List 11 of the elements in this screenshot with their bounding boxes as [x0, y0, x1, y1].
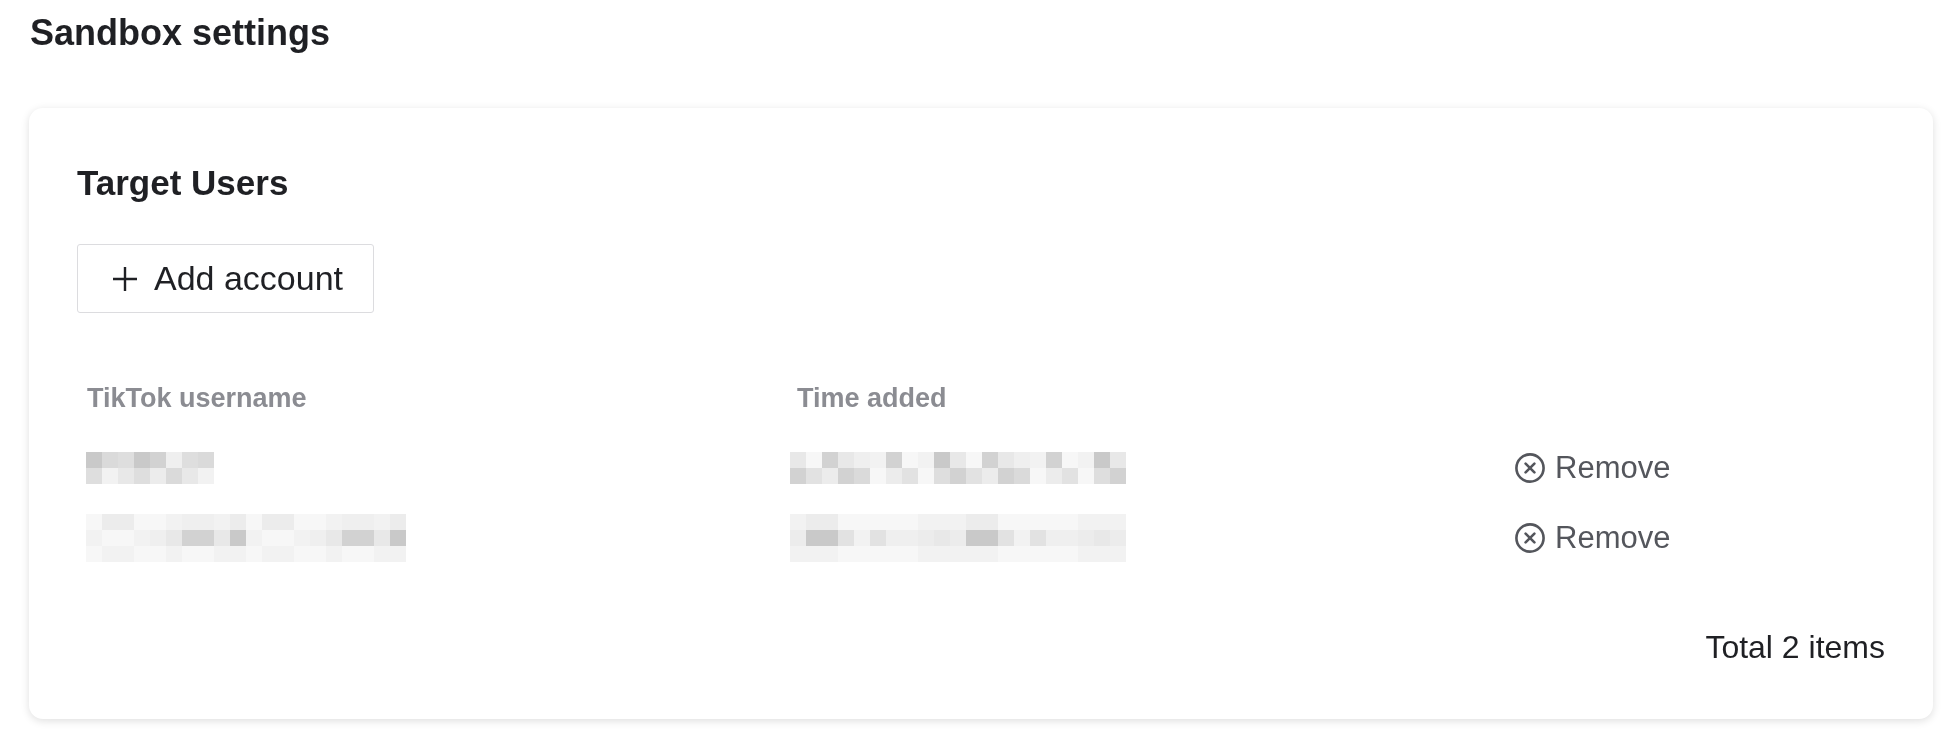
- column-header: TikTok username: [87, 382, 307, 414]
- x-circle-icon: [1515, 523, 1545, 553]
- add-account-button[interactable]: Add account: [77, 244, 375, 313]
- total-count: Total 2 items: [1705, 629, 1885, 665]
- remove-button[interactable]: Remove: [1515, 450, 1671, 486]
- page-title: Sandbox settings: [30, 13, 331, 53]
- remove-button[interactable]: Remove: [1515, 520, 1671, 556]
- section-title: Target Users: [77, 165, 289, 201]
- plus-icon: [112, 265, 138, 292]
- x-circle-icon: [1515, 453, 1545, 483]
- column-header: Time added: [797, 382, 947, 414]
